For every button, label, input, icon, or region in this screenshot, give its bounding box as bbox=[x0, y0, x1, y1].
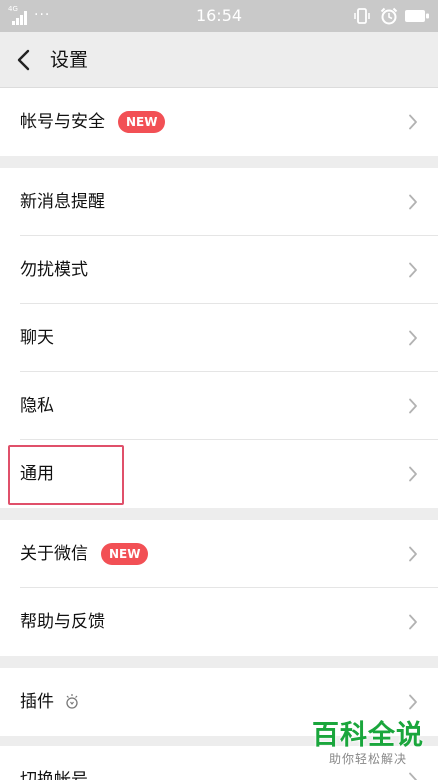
status-time: 16:54 bbox=[195, 6, 243, 25]
chevron-right-icon bbox=[409, 114, 417, 130]
chevron-right-icon bbox=[409, 262, 417, 278]
watermark-title: 百科全说 bbox=[312, 720, 424, 751]
watermark-subtitle: 助你轻松解决 bbox=[328, 752, 407, 766]
status-bar: 4G ··· 16:54 bbox=[0, 0, 438, 32]
chevron-right-icon bbox=[409, 614, 417, 630]
settings-group-about: 关于微信 NEW 帮助与反馈 bbox=[0, 520, 438, 656]
new-badge: NEW bbox=[118, 111, 166, 133]
chevron-left-icon[interactable] bbox=[12, 46, 38, 74]
chevron-right-icon bbox=[409, 398, 417, 414]
settings-item-privacy[interactable]: 隐私 bbox=[0, 372, 438, 440]
settings-item-label: 关于微信 bbox=[20, 544, 88, 564]
plugin-bulb-icon bbox=[66, 694, 78, 709]
settings-item-about-wechat[interactable]: 关于微信 NEW bbox=[0, 520, 438, 588]
settings-item-label: 插件 bbox=[20, 692, 54, 712]
settings-item-label: 勿扰模式 bbox=[20, 260, 88, 280]
settings-item-chat[interactable]: 聊天 bbox=[0, 304, 438, 372]
chevron-right-icon bbox=[409, 194, 417, 210]
alarm-icon bbox=[380, 7, 398, 25]
chevron-right-icon bbox=[409, 330, 417, 346]
new-badge: NEW bbox=[101, 543, 149, 565]
chevron-right-icon bbox=[409, 546, 417, 562]
settings-item-label: 聊天 bbox=[20, 328, 54, 348]
settings-group-account: 帐号与安全 NEW bbox=[0, 88, 438, 156]
page-title: 设置 bbox=[50, 49, 89, 71]
settings-item-label: 帮助与反馈 bbox=[20, 612, 105, 632]
battery-icon bbox=[405, 10, 429, 22]
chevron-right-icon bbox=[409, 694, 417, 710]
settings-item-new-message[interactable]: 新消息提醒 bbox=[0, 168, 438, 236]
settings-item-account-security[interactable]: 帐号与安全 NEW bbox=[0, 88, 438, 156]
settings-item-label: 切换帐号 bbox=[20, 770, 88, 780]
watermark: 百科全说 助你轻松解决 bbox=[308, 720, 428, 766]
settings-item-label: 隐私 bbox=[20, 396, 54, 416]
settings-item-do-not-disturb[interactable]: 勿扰模式 bbox=[0, 236, 438, 304]
vibrate-icon bbox=[354, 8, 370, 24]
settings-item-label: 帐号与安全 bbox=[20, 112, 105, 132]
navbar: 设置 bbox=[0, 32, 438, 88]
chevron-right-icon bbox=[409, 772, 417, 780]
settings-item-label: 新消息提醒 bbox=[20, 192, 105, 212]
chevron-right-icon bbox=[409, 466, 417, 482]
highlight-box bbox=[8, 445, 124, 505]
settings-item-help-feedback[interactable]: 帮助与反馈 bbox=[0, 588, 438, 656]
